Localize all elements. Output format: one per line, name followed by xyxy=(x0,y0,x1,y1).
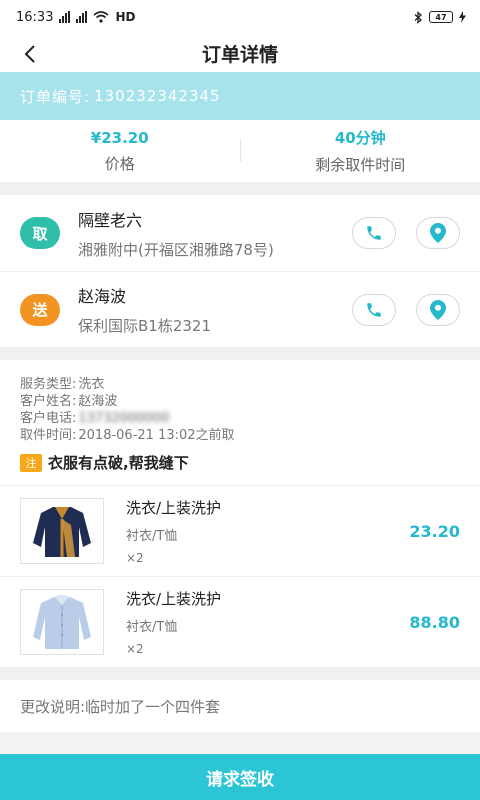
item-price: 88.80 xyxy=(409,612,460,632)
order-number-value: 130232342345 xyxy=(94,87,221,105)
status-bar: 16:33 HD 47 xyxy=(0,0,480,34)
customer-note: 注 衣服有点破,帮我缝下 xyxy=(20,452,460,485)
item-title: 洗衣/上装洗护 xyxy=(126,590,222,608)
pickup-call-button[interactable] xyxy=(352,217,396,249)
battery-icon: 47 xyxy=(429,11,453,23)
bluetooth-icon xyxy=(414,10,422,24)
customer-name: 客户姓名: 赵海波 xyxy=(20,394,118,409)
price-column: ¥23.20 价格 xyxy=(0,129,240,174)
address-section: 取 隔壁老六 湘雅附中(开福区湘雅路78号) 送 赵海波 保利国际B1栋2321 xyxy=(0,195,480,347)
note-text: 衣服有点破,帮我缝下 xyxy=(48,454,189,472)
note-tag: 注 xyxy=(20,453,42,472)
item-image xyxy=(20,589,104,655)
delivery-location-button[interactable] xyxy=(416,293,460,326)
item-list: 洗衣/上装洗护 衬衣/T恤 ×2 23.20 洗衣/上装洗护 衬衣/T恤 ×2 … xyxy=(0,485,480,667)
item-category: 衬衣/T恤 xyxy=(126,620,178,635)
order-info: 服务类型: 洗衣 客户姓名: 赵海波 客户电话: 13732000000 取件时间: 2… xyxy=(0,360,480,485)
list-item[interactable]: 洗衣/上装洗护 衬衣/T恤 ×2 23.20 xyxy=(0,485,480,576)
chevron-left-icon xyxy=(24,45,35,63)
delivery-row: 送 赵海波 保利国际B1栋2321 xyxy=(0,271,480,347)
pickup-name: 隔壁老六 xyxy=(78,210,143,230)
network-label: HD xyxy=(115,10,136,24)
pickup-badge: 取 xyxy=(20,217,60,249)
page-title: 订单详情 xyxy=(201,43,278,66)
customer-phone: 客户电话: 13732000000 xyxy=(20,411,170,426)
service-type: 服务类型: 洗衣 xyxy=(20,377,105,392)
item-quantity: ×2 xyxy=(126,551,144,565)
jacket-icon xyxy=(33,507,91,557)
delivery-badge: 送 xyxy=(20,293,60,326)
phone-icon xyxy=(367,302,381,317)
pickup-location-button[interactable] xyxy=(416,217,460,249)
status-time: 16:33 xyxy=(16,9,54,25)
order-number-label: 订单编号: xyxy=(20,87,91,106)
customer-phone-value: 13732000000 xyxy=(78,411,170,426)
order-number-bar: 订单编号: 130232342345 xyxy=(0,72,480,120)
order-summary: ¥23.20 价格 40分钟 剩余取件时间 xyxy=(0,120,480,182)
pickup-row: 取 隔壁老六 湘雅附中(开福区湘雅路78号) xyxy=(0,195,480,271)
signal-icon xyxy=(76,11,88,23)
delivery-address: 保利国际B1栋2321 xyxy=(78,317,212,335)
nav-bar: 订单详情 xyxy=(0,34,480,72)
price-value: ¥23.20 xyxy=(90,128,149,147)
price-label: 价格 xyxy=(104,154,135,173)
item-price: 23.20 xyxy=(409,521,460,541)
location-pin-icon xyxy=(430,299,446,320)
item-title: 洗衣/上装洗护 xyxy=(126,499,222,517)
shirt-icon xyxy=(33,595,91,649)
delivery-name: 赵海波 xyxy=(78,287,127,306)
change-remark: 更改说明:临时加了一个四件套 xyxy=(0,680,480,732)
pickup-address: 湘雅附中(开福区湘雅路78号) xyxy=(78,240,274,259)
wifi-icon xyxy=(93,11,109,23)
location-pin-icon xyxy=(430,223,446,243)
request-signoff-button[interactable]: 请求签收 xyxy=(0,754,480,800)
delivery-call-button[interactable] xyxy=(352,293,396,326)
time-column: 40分钟 剩余取件时间 xyxy=(241,127,480,175)
section-gap xyxy=(0,182,480,195)
item-category: 衬衣/T恤 xyxy=(126,529,178,544)
item-image xyxy=(20,498,104,564)
phone-icon xyxy=(367,226,381,240)
section-gap xyxy=(0,667,480,680)
remaining-time-value: 40分钟 xyxy=(334,129,386,147)
back-button[interactable] xyxy=(18,42,42,66)
remaining-time-label: 剩余取件时间 xyxy=(315,156,406,174)
list-item[interactable]: 洗衣/上装洗护 衬衣/T恤 ×2 88.80 xyxy=(0,576,480,667)
section-gap xyxy=(0,347,480,360)
charging-icon xyxy=(459,11,466,23)
item-quantity: ×2 xyxy=(126,642,144,656)
signal-icon xyxy=(59,11,71,23)
pickup-time: 取件时间: 2018-06-21 13:02之前取 xyxy=(20,428,235,443)
